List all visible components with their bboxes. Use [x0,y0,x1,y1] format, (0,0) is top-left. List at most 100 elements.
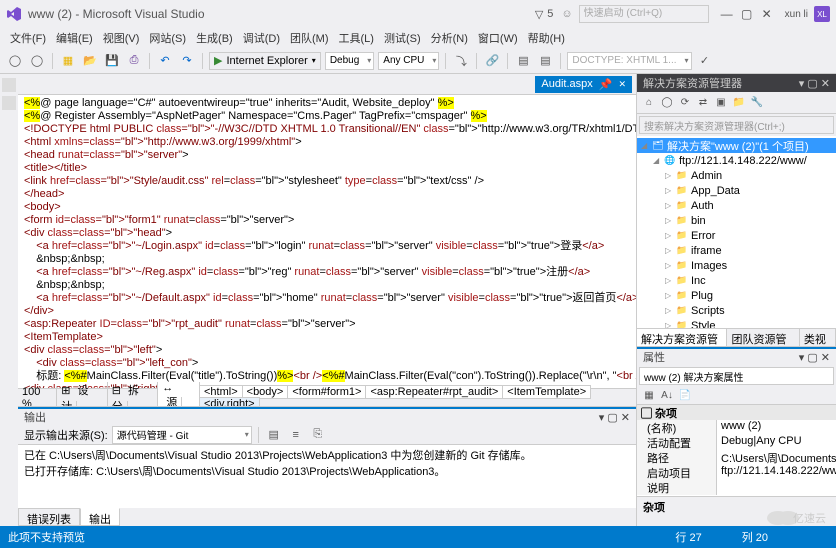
tree-node[interactable]: ▷📁Plug [637,288,836,303]
config-combo[interactable]: Debug [325,52,374,70]
menu-team[interactable]: 团队(M) [286,28,333,48]
alpha-icon[interactable]: A↓ [659,388,675,404]
menu-test[interactable]: 测试(S) [380,28,425,48]
tab-errorlist[interactable]: 错误列表 [18,508,80,526]
menu-debug[interactable]: 调试(D) [239,28,284,48]
step-icon[interactable]: ⤵ [452,52,470,70]
property-row[interactable]: 活动配置Debug|Any CPU [637,435,836,450]
close-button[interactable]: ✕ [757,7,777,21]
properties-object-combo[interactable]: www (2) 解决方案属性 [639,367,834,385]
output-body[interactable]: 已在 C:\Users\周\Documents\Visual Studio 20… [18,445,636,508]
sync-icon[interactable]: ⇄ [695,95,711,111]
nav-back-icon[interactable]: ◯ [6,52,24,70]
property-row[interactable]: 启动项目ftp://121.14.148.222/www/ [637,465,836,480]
undo-icon[interactable]: ↶ [156,52,174,70]
editor-footer: 100 % ⊞ 设计 ⊟ 拆分 ↔ 源 <html><body><form#fo… [18,388,636,406]
tree-node[interactable]: ▷📁bin [637,213,836,228]
tree-node[interactable]: ◢🌐ftp://121.14.148.222/www/ [637,153,836,168]
open-file-icon[interactable]: 📂 [81,52,99,70]
minimize-button[interactable]: — [717,7,737,21]
watermark: 亿速云 [767,510,826,526]
menu-tools[interactable]: 工具(L) [335,28,378,48]
redo-icon[interactable]: ↷ [178,52,196,70]
editor-tab-audit[interactable]: Audit.aspx 📌 ✕ [535,76,632,93]
output-title: 输出 [24,409,46,425]
status-col: 列 20 [742,529,768,545]
tree-node[interactable]: ▷📁Admin [637,168,836,183]
property-row[interactable]: 说明 [637,480,836,495]
tree-node[interactable]: ▷📁Images [637,258,836,273]
browser-link-icon[interactable]: 🔗 [483,52,501,70]
panel-buttons[interactable]: ▾ ▢ ✕ [799,77,830,90]
tree-node[interactable]: ▷📁Auth [637,198,836,213]
new-project-icon[interactable]: ▦ [59,52,77,70]
refresh-icon[interactable]: ⟳ [677,95,693,111]
output-wrap-icon[interactable]: ≡ [287,426,305,444]
tree-node[interactable]: ▷📁App_Data [637,183,836,198]
toolbox-icon[interactable] [2,78,16,92]
home-icon[interactable]: ⌂ [641,95,657,111]
tree-node[interactable]: ▷📁Style [637,318,836,328]
code-editor[interactable]: <%@ page language="C#" autoeventwireup="… [18,94,636,388]
pin-icon[interactable]: 📌 [599,78,613,91]
tree-node[interactable]: ▷📁iframe [637,243,836,258]
tree-node[interactable]: ▷📁Inc [637,273,836,288]
properties-panel: 属性 ▾ ▢ ✕ www (2) 解决方案属性 ▦ A↓ 📄 ▢ 杂项(名称)w… [637,346,836,526]
property-row[interactable]: (名称)www (2) [637,420,836,435]
close-tab-icon[interactable]: ✕ [618,79,626,90]
notifications[interactable]: ▽ 5 [535,8,554,21]
status-message: 此项不支持预览 [8,529,85,545]
tree-node[interactable]: ▷📁Scripts [637,303,836,318]
doctype-combo[interactable]: DOCTYPE: XHTML 1... [567,52,691,70]
maximize-button[interactable]: ▢ [737,7,757,21]
output-goto-icon[interactable]: ⎘ [309,426,327,444]
prop-pages-icon[interactable]: 📄 [677,388,693,404]
categorize-icon[interactable]: ▦ [641,388,657,404]
comment-icon[interactable]: ▤ [536,52,554,70]
menu-edit[interactable]: 编辑(E) [52,28,97,48]
tab-class-view[interactable]: 类视图 [800,329,836,346]
tab-output[interactable]: 输出 [80,508,120,526]
breadcrumb-item[interactable]: <asp:Repeater#rpt_audit> [365,385,503,399]
tab-team-explorer[interactable]: 团队资源管理器 [727,329,799,346]
server-explorer-icon[interactable] [2,96,16,110]
breadcrumb-item[interactable]: <ItemTemplate> [502,385,591,399]
solution-search-input[interactable]: 搜索解决方案资源管理器(Ctrl+;) [639,116,834,134]
tree-node[interactable]: ▷📁Error [637,228,836,243]
save-icon[interactable]: 💾 [103,52,121,70]
user-badge[interactable]: XL [814,6,830,22]
tree-node[interactable]: ◢🗂解决方案"www (2)"(1 个项目) [637,138,836,153]
main-toolbar: ◯ ◯ ▦ 📂 💾 ⎙ ↶ ↷ ▶Internet Explorer▾ Debu… [0,48,836,74]
properties-header: 属性 ▾ ▢ ✕ [637,347,836,365]
save-all-icon[interactable]: ⎙ [125,52,143,70]
platform-combo[interactable]: Any CPU [378,52,439,70]
output-source-combo[interactable]: 源代码管理 - Git [112,426,252,444]
validate-icon[interactable]: ✓ [696,52,714,70]
tab-solution-explorer[interactable]: 解决方案资源管理器 [637,329,727,346]
left-toolbox[interactable] [0,74,18,526]
solution-explorer-header: 解决方案资源管理器 ▾ ▢ ✕ [637,74,836,92]
menu-view[interactable]: 视图(V) [99,28,144,48]
showall-icon[interactable]: 📁 [731,95,747,111]
quick-launch-input[interactable]: 快速启动 (Ctrl+Q) [579,5,709,23]
menu-build[interactable]: 生成(B) [192,28,237,48]
menu-file[interactable]: 文件(F) [6,28,50,48]
nav-fwd-icon[interactable]: ◯ [28,52,46,70]
panel-buttons[interactable]: ▾ ▢ ✕ [799,351,830,364]
user-name[interactable]: xun li [785,9,808,20]
menu-website[interactable]: 网站(S) [145,28,190,48]
menu-analyze[interactable]: 分析(N) [427,28,472,48]
output-pin-icon[interactable]: ▾ ▢ ✕ [599,412,630,424]
property-row[interactable]: 路径C:\Users\周\Documents\Visua [637,450,836,465]
back-icon[interactable]: ◯ [659,95,675,111]
solution-tree[interactable]: ◢🗂解决方案"www (2)"(1 个项目)◢🌐ftp://121.14.148… [637,136,836,328]
properties-icon[interactable]: 🔧 [749,95,765,111]
new-item-icon[interactable]: ▤ [514,52,532,70]
breadcrumb-item[interactable]: <form#form1> [287,385,366,399]
output-clear-icon[interactable]: ▤ [265,426,283,444]
collapse-icon[interactable]: ▣ [713,95,729,111]
run-button[interactable]: ▶Internet Explorer▾ [209,52,321,70]
menu-help[interactable]: 帮助(H) [524,28,569,48]
menu-window[interactable]: 窗口(W) [474,28,522,48]
feedback-icon[interactable]: ☺ [561,8,572,20]
